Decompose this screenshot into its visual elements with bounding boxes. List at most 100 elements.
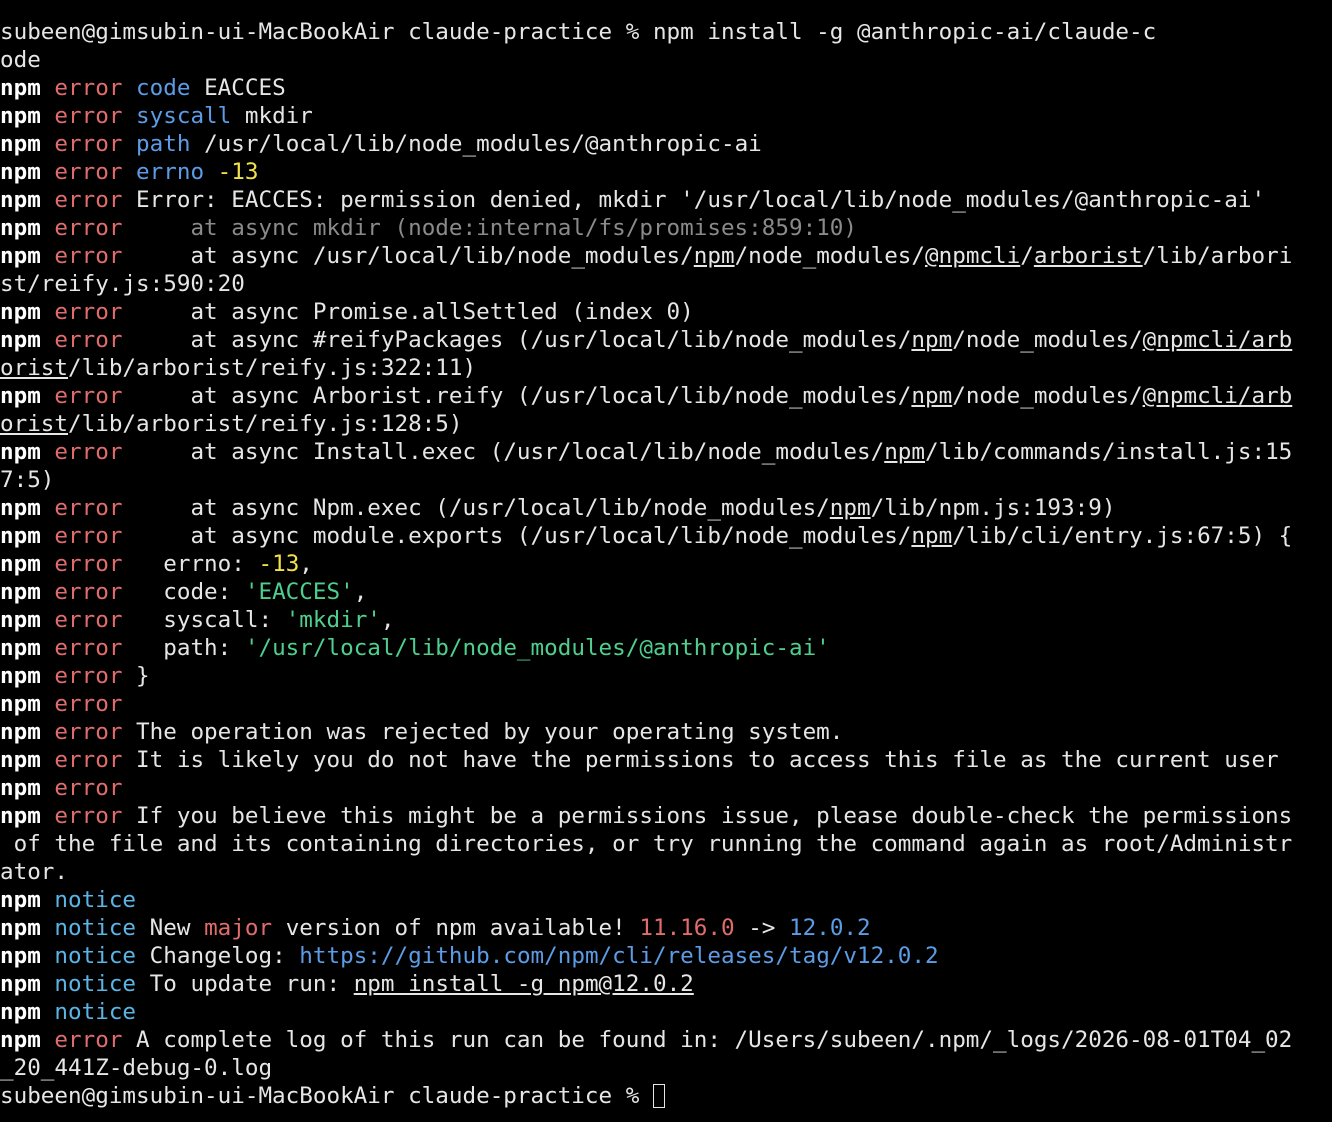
- terminal-line: of the file and its containing directori…: [0, 830, 1332, 858]
- terminal-line: npm error: [0, 690, 1332, 718]
- code-value: EACCES: [204, 75, 286, 101]
- code-key: code: [136, 75, 191, 101]
- npm-prefix: npm: [0, 131, 41, 157]
- major-label: major: [204, 915, 273, 941]
- stack-frame: at async mkdir (node:internal/fs/promise…: [136, 215, 857, 241]
- terminal-line: npm error at async #reifyPackages (/usr/…: [0, 326, 1332, 354]
- npm-prefix: npm: [0, 691, 41, 717]
- update-command[interactable]: npm install -g npm@12.0.2: [354, 971, 694, 997]
- path-link[interactable]: @npmcli/arb: [1143, 327, 1293, 353]
- stack-frame: at async Promise.allSettled (index 0): [136, 299, 694, 325]
- object-key: path:: [136, 635, 245, 661]
- terminal-line: npm error: [0, 774, 1332, 802]
- terminal-line: ator.: [0, 858, 1332, 886]
- terminal-line: npm error at async mkdir (node:internal/…: [0, 214, 1332, 242]
- error-tag: error: [54, 131, 123, 157]
- terminal-line: npm error syscall: 'mkdir',: [0, 606, 1332, 634]
- error-tag: error: [54, 635, 123, 661]
- object-string: 'EACCES': [244, 579, 354, 605]
- path-link[interactable]: npm: [911, 327, 952, 353]
- npm-prefix: npm: [0, 915, 41, 941]
- npm-prefix: npm: [0, 299, 41, 325]
- notice-text: New: [149, 915, 205, 941]
- npm-prefix: npm: [0, 635, 41, 661]
- npm-prefix: npm: [0, 1027, 41, 1053]
- path-key: path: [136, 131, 191, 157]
- terminal-line: npm notice To update run: npm install -g…: [0, 970, 1332, 998]
- path-link[interactable]: orist: [0, 355, 68, 381]
- stack-frame: at async Arborist.reify (/usr/local/lib/…: [136, 383, 912, 409]
- shell-prompt: subeen@gimsubin-ui-MacBookAir claude-pra…: [0, 1083, 653, 1109]
- npm-prefix: npm: [0, 579, 41, 605]
- path-link[interactable]: npm: [911, 383, 952, 409]
- path-link[interactable]: npm: [911, 523, 952, 549]
- terminal-line: subeen@gimsubin-ui-MacBookAir claude-pra…: [0, 18, 1332, 46]
- object-key: code:: [136, 579, 245, 605]
- old-version: 11.16.0: [639, 915, 735, 941]
- terminal-line[interactable]: subeen@gimsubin-ui-MacBookAir claude-pra…: [0, 1082, 1332, 1110]
- terminal-line: npm error errno -13: [0, 158, 1332, 186]
- npm-prefix: npm: [0, 159, 41, 185]
- path-value: /usr/local/lib/node_modules/@anthropic-a…: [204, 131, 762, 157]
- error-tag: error: [54, 579, 123, 605]
- version-arrow: ->: [734, 915, 790, 941]
- error-tag: error: [54, 803, 123, 829]
- npm-prefix: npm: [0, 495, 41, 521]
- error-message: Error: EACCES: permission denied, mkdir …: [136, 187, 1266, 213]
- stack-frame: /lib/cli/entry.js:67:5) {: [952, 523, 1293, 549]
- errno-key: errno: [136, 159, 205, 185]
- path-link[interactable]: npm: [830, 495, 871, 521]
- terminal-line: npm error It is likely you do not have t…: [0, 746, 1332, 774]
- terminal-line: npm notice Changelog: https://github.com…: [0, 942, 1332, 970]
- error-tag: error: [54, 691, 123, 717]
- path-link[interactable]: arborist: [1034, 243, 1143, 269]
- npm-prefix: npm: [0, 971, 41, 997]
- terminal-line: npm error The operation was rejected by …: [0, 718, 1332, 746]
- notice-tag: notice: [54, 971, 137, 997]
- error-tag: error: [54, 327, 123, 353]
- npm-prefix: npm: [0, 215, 41, 241]
- terminal-line: npm error syscall mkdir: [0, 102, 1332, 130]
- stack-frame-wrap: /lib/arborist/reify.js:128:5): [68, 411, 463, 437]
- npm-prefix: npm: [0, 551, 41, 577]
- terminal-line: npm error path /usr/local/lib/node_modul…: [0, 130, 1332, 158]
- error-tag: error: [54, 663, 123, 689]
- object-punct: ,: [299, 551, 313, 577]
- npm-prefix: npm: [0, 747, 41, 773]
- syscall-key: syscall: [136, 103, 232, 129]
- npm-prefix: npm: [0, 943, 41, 969]
- terminal-line: npm error at async Promise.allSettled (i…: [0, 298, 1332, 326]
- terminal-line: npm error at async Arborist.reify (/usr/…: [0, 382, 1332, 410]
- terminal-window[interactable]: subeen@gimsubin-ui-MacBookAir claude-pra…: [0, 0, 1332, 1122]
- error-tag: error: [54, 299, 123, 325]
- stack-frame: /node_modules/: [952, 383, 1143, 409]
- notice-text: version of npm available!: [272, 915, 640, 941]
- npm-prefix: npm: [0, 439, 41, 465]
- path-link[interactable]: orist: [0, 411, 68, 437]
- error-tag: error: [54, 1027, 123, 1053]
- npm-prefix: npm: [0, 803, 41, 829]
- npm-prefix: npm: [0, 663, 41, 689]
- path-link[interactable]: npm: [694, 243, 735, 269]
- notice-tag: notice: [54, 915, 137, 941]
- text-cursor[interactable]: [652, 1084, 665, 1108]
- terminal-line: orist/lib/arborist/reify.js:322:11): [0, 354, 1332, 382]
- terminal-line: _20_441Z-debug-0.log: [0, 1054, 1332, 1082]
- npm-prefix: npm: [0, 243, 41, 269]
- object-key: syscall:: [136, 607, 286, 633]
- terminal-line: npm error path: '/usr/local/lib/node_mod…: [0, 634, 1332, 662]
- path-link[interactable]: npm: [884, 439, 925, 465]
- npm-prefix: npm: [0, 103, 41, 129]
- stack-frame: /lib/commands/install.js:15: [925, 439, 1293, 465]
- log-message-wrap: _20_441Z-debug-0.log: [0, 1055, 273, 1081]
- path-link[interactable]: @npmcli: [925, 243, 1020, 269]
- terminal-line: 7:5): [0, 466, 1332, 494]
- object-punct: ,: [380, 607, 395, 633]
- changelog-link[interactable]: https://github.com/npm/cli/releases/tag/…: [299, 943, 938, 969]
- error-tag: error: [54, 439, 123, 465]
- terminal-line: npm error code EACCES: [0, 74, 1332, 102]
- new-version: 12.0.2: [789, 915, 871, 941]
- path-link[interactable]: @npmcli/arb: [1143, 383, 1293, 409]
- stack-frame: at async #reifyPackages (/usr/local/lib/…: [136, 327, 912, 353]
- object-close: }: [136, 663, 150, 689]
